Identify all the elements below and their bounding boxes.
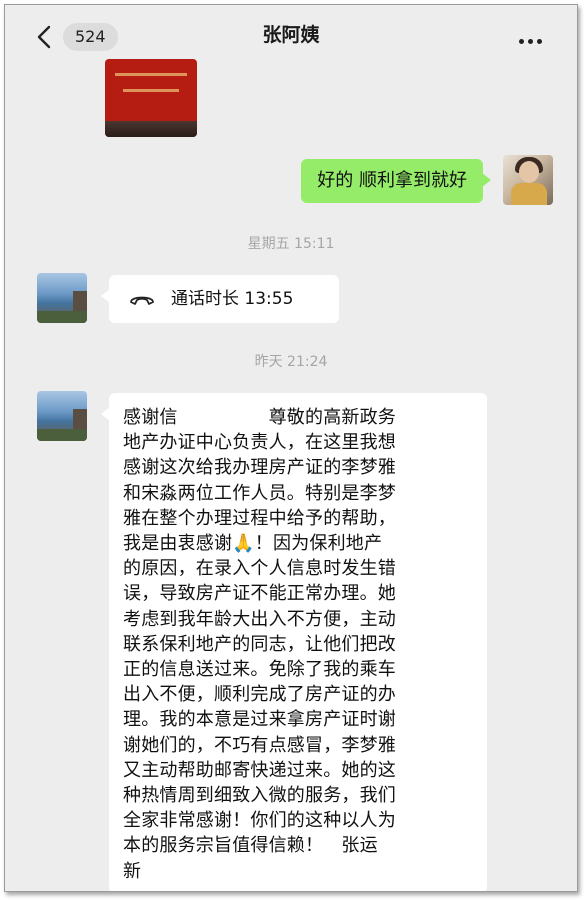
contact-avatar[interactable] bbox=[37, 391, 87, 441]
sent-message-bubble[interactable]: 好的 顺利拿到就好 bbox=[301, 159, 491, 203]
chat-title: 张阿姨 bbox=[262, 24, 320, 46]
shared-image-message[interactable] bbox=[105, 59, 197, 137]
call-duration-label: 通话时长 13:55 bbox=[171, 289, 294, 309]
more-options-icon[interactable] bbox=[519, 29, 549, 44]
call-record-bubble[interactable]: 通话时长 13:55 bbox=[101, 275, 339, 323]
my-avatar[interactable] bbox=[503, 155, 553, 205]
timestamp: 昨天 21:24 bbox=[254, 354, 328, 370]
phone-handset-icon bbox=[130, 296, 154, 305]
timestamp: 星期五 15:11 bbox=[247, 236, 335, 252]
thank-you-letter-message[interactable]: 感谢信 尊敬的高新政务 地产办证中心负责人，在这里我想 感谢这次给我办理房产证的… bbox=[101, 393, 487, 891]
chat-header: 524 张阿姨 bbox=[5, 5, 577, 63]
chat-window: 524 张阿姨 好的 顺利拿到就好 星期五 15:11 通话时长 13:55 昨… bbox=[4, 4, 578, 892]
contact-avatar[interactable] bbox=[37, 273, 87, 323]
